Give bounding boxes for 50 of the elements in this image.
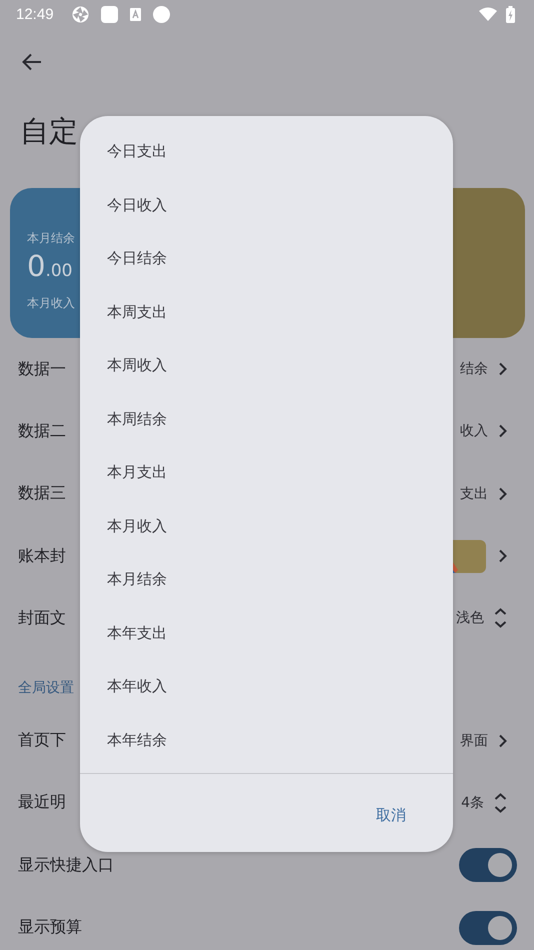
setting-value: 收入 bbox=[460, 422, 488, 440]
toggle-switch[interactable] bbox=[459, 910, 517, 945]
section-header: 全局设置 bbox=[18, 679, 74, 698]
card-label: 本月收入 bbox=[27, 295, 75, 312]
back-arrow-icon[interactable] bbox=[22, 53, 42, 71]
chevron-right-icon[interactable] bbox=[498, 549, 507, 564]
chevron-right-icon[interactable] bbox=[498, 486, 507, 501]
square-icon bbox=[100, 6, 118, 22]
up-down-chevron-icon[interactable] bbox=[494, 608, 507, 628]
setting-label: 数据二 bbox=[18, 420, 66, 442]
cancel-button[interactable]: 取消 bbox=[368, 798, 414, 833]
setting-label: 显示快捷入口 bbox=[18, 854, 114, 876]
option-item[interactable]: 本周收入 bbox=[80, 339, 453, 392]
card-amount: 0.00 bbox=[27, 249, 72, 283]
wifi-icon bbox=[479, 7, 497, 21]
option-item[interactable]: 本月支出 bbox=[80, 446, 453, 500]
option-item[interactable]: 本年支出 bbox=[80, 606, 453, 660]
setting-value: 浅色 bbox=[456, 609, 484, 628]
option-item[interactable]: 本周支出 bbox=[80, 286, 453, 339]
setting-label: 账本封 bbox=[18, 546, 66, 567]
setting-value: 界面 bbox=[460, 732, 488, 750]
chevron-right-icon[interactable] bbox=[498, 424, 507, 438]
option-item[interactable]: 本年收入 bbox=[80, 660, 453, 714]
chevron-right-icon[interactable] bbox=[498, 734, 507, 748]
setting-label: 首页下 bbox=[18, 730, 66, 752]
card-label: 本月结余 bbox=[27, 230, 75, 247]
page-title: 自定 bbox=[19, 113, 78, 150]
app-icon bbox=[130, 8, 141, 20]
setting-value: 结余 bbox=[460, 360, 488, 378]
setting-label: 显示预算 bbox=[18, 917, 82, 938]
setting-label: 数据三 bbox=[18, 483, 66, 504]
setting-value: 4条 bbox=[461, 794, 484, 812]
option-item[interactable]: 本年结余 bbox=[80, 714, 453, 767]
setting-label: 封面文 bbox=[18, 608, 66, 629]
setting-value: 支出 bbox=[460, 484, 488, 503]
option-item[interactable]: 今日结余 bbox=[80, 232, 453, 286]
circle-icon bbox=[152, 6, 170, 22]
option-item[interactable]: 本月结余 bbox=[80, 553, 453, 606]
setting-label: 数据一 bbox=[18, 358, 66, 380]
up-down-chevron-icon[interactable] bbox=[494, 792, 507, 813]
setting-label: 最近明 bbox=[18, 792, 66, 814]
battery-icon bbox=[506, 6, 515, 22]
chevron-right-icon[interactable] bbox=[498, 362, 507, 376]
toggle-switch[interactable] bbox=[459, 848, 517, 882]
aperture-icon bbox=[72, 6, 89, 22]
option-item[interactable]: 今日支出 bbox=[80, 125, 453, 178]
option-item[interactable]: 今日收入 bbox=[80, 178, 453, 232]
option-item[interactable]: 本周结余 bbox=[80, 392, 453, 446]
status-time: 12:49 bbox=[16, 6, 54, 22]
option-item[interactable]: 本月收入 bbox=[80, 500, 453, 553]
